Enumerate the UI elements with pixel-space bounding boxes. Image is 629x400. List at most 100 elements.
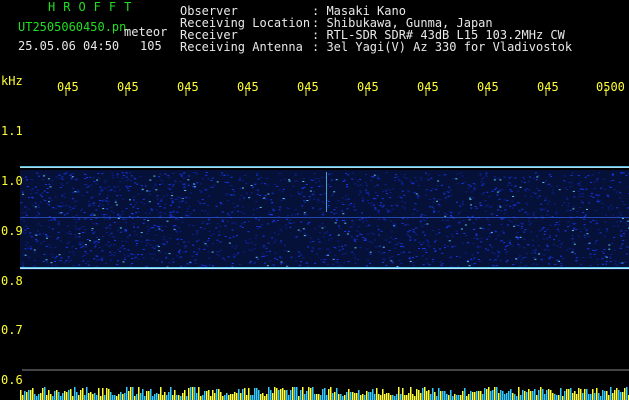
noise-speck <box>278 209 281 211</box>
noise-speck <box>122 198 124 200</box>
noise-speck <box>194 259 197 261</box>
noise-speck <box>425 239 428 241</box>
noise-speck <box>61 178 64 180</box>
noise-speck <box>524 229 527 231</box>
noise-speck <box>291 214 294 216</box>
noise-speck <box>435 239 438 241</box>
noise-speck <box>313 194 316 196</box>
noise-speck <box>69 174 72 175</box>
noise-speck <box>124 229 127 231</box>
noise-speck <box>599 200 601 202</box>
activity-bar <box>232 394 234 400</box>
noise-speck <box>157 203 160 205</box>
noise-speck <box>305 263 308 264</box>
noise-speck <box>54 264 57 266</box>
noise-speck <box>21 262 24 264</box>
noise-speck <box>619 192 622 194</box>
noise-speck <box>373 174 376 176</box>
noise-speck <box>445 227 448 229</box>
noise-speck <box>431 258 434 260</box>
antenna-label: Receiving Antenna <box>180 40 303 54</box>
noise-speck <box>571 230 574 231</box>
noise-speck <box>157 229 160 231</box>
noise-speck <box>51 264 54 266</box>
noise-speck <box>525 256 528 258</box>
noise-speck <box>88 205 91 207</box>
noise-speck <box>155 189 158 191</box>
noise-speck <box>543 233 546 235</box>
noise-speck <box>523 231 526 233</box>
noise-speck <box>579 181 582 183</box>
noise-speck <box>603 188 606 190</box>
noise-speck <box>111 253 114 255</box>
noise-speck <box>184 201 187 203</box>
activity-bar <box>454 394 456 400</box>
activity-bar <box>354 393 356 400</box>
noise-speck <box>498 251 500 253</box>
noise-speck <box>419 220 422 222</box>
noise-speck <box>25 225 28 227</box>
noise-speck <box>157 250 160 252</box>
noise-speck <box>499 179 502 181</box>
noise-speck <box>335 218 338 220</box>
noise-speck <box>318 232 321 234</box>
noise-speck <box>57 221 60 223</box>
noise-speck <box>264 262 267 264</box>
activity-bar <box>528 389 530 400</box>
noise-speck <box>608 186 611 188</box>
noise-speck <box>139 176 142 178</box>
noise-speck <box>500 223 503 225</box>
noise-speck <box>525 265 527 266</box>
noise-speck <box>53 220 56 222</box>
noise-speck <box>294 214 297 216</box>
noise-speck <box>271 214 274 216</box>
noise-speck <box>563 180 566 182</box>
noise-speck <box>119 231 122 233</box>
noise-speck <box>567 202 570 204</box>
noise-speck <box>390 231 393 233</box>
noise-speck <box>459 172 462 174</box>
activity-bar <box>44 387 46 400</box>
noise-speck <box>425 194 428 196</box>
noise-speck <box>601 207 604 209</box>
noise-speck <box>36 215 39 217</box>
noise-speck <box>303 212 306 214</box>
noise-speck <box>541 208 544 210</box>
noise-speck <box>328 173 330 175</box>
noise-speck <box>140 185 143 187</box>
noise-speck <box>555 222 558 223</box>
noise-speck <box>256 189 259 191</box>
noise-speck <box>134 240 137 242</box>
noise-speck <box>170 197 173 199</box>
noise-speck <box>490 214 493 215</box>
noise-speck <box>532 191 535 193</box>
activity-bar <box>168 392 170 400</box>
noise-speck <box>140 232 143 234</box>
noise-speck <box>342 204 345 205</box>
noise-speck <box>528 217 531 219</box>
noise-speck <box>494 189 497 190</box>
noise-speck <box>108 245 110 247</box>
noise-speck <box>546 210 549 212</box>
noise-speck <box>48 226 51 228</box>
noise-speck <box>423 224 426 226</box>
noise-speck <box>429 245 431 247</box>
noise-speck <box>294 173 297 175</box>
activity-bar <box>296 387 298 400</box>
noise-speck <box>85 263 87 264</box>
noise-speck <box>534 249 537 251</box>
noise-speck <box>596 200 599 202</box>
noise-speck <box>56 238 59 240</box>
noise-speck <box>260 224 263 226</box>
activity-bar <box>264 396 266 400</box>
noise-speck <box>556 245 559 247</box>
noise-speck <box>317 238 320 240</box>
noise-speck <box>316 253 319 255</box>
noise-speck <box>354 257 356 259</box>
noise-speck <box>525 202 528 204</box>
noise-speck <box>206 245 209 247</box>
noise-speck <box>68 251 71 253</box>
noise-speck <box>143 203 146 205</box>
noise-speck <box>475 207 478 209</box>
noise-speck <box>123 259 126 260</box>
